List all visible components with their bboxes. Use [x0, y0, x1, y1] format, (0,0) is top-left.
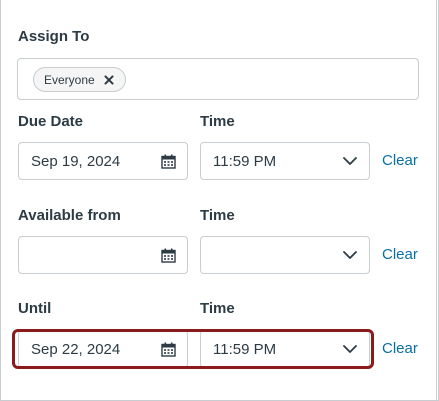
chevron-down-icon — [343, 251, 357, 259]
calendar-icon[interactable] — [161, 342, 176, 357]
available-from-label: Available from — [18, 207, 121, 224]
until-time-select[interactable]: 11:59 PM — [200, 330, 370, 368]
until-date-input[interactable]: Sep 22, 2024 — [18, 330, 188, 368]
calendar-icon[interactable] — [161, 154, 176, 169]
due-time-label: Time — [200, 113, 235, 130]
available-from-date-input[interactable] — [18, 236, 188, 274]
available-time-label: Time — [200, 207, 235, 224]
assignee-pill-everyone[interactable]: Everyone — [33, 67, 126, 92]
until-time-label: Time — [200, 300, 235, 317]
due-date-label: Due Date — [18, 113, 84, 130]
assignee-pill-label: Everyone — [44, 72, 95, 87]
chevron-down-icon — [343, 157, 357, 165]
until-label: Until — [18, 300, 52, 317]
available-from-time-select[interactable] — [200, 236, 370, 274]
due-date-input[interactable]: Sep 19, 2024 — [18, 142, 188, 180]
until-clear-link[interactable]: Clear — [382, 340, 418, 357]
due-clear-link[interactable]: Clear — [382, 152, 418, 169]
due-time-select[interactable]: 11:59 PM — [200, 142, 370, 180]
assign-to-input[interactable]: Everyone — [17, 58, 419, 100]
calendar-icon[interactable] — [161, 248, 176, 263]
close-icon[interactable] — [103, 74, 115, 86]
panel-edge — [436, 0, 437, 401]
assign-to-label: Assign To — [18, 28, 90, 45]
chevron-down-icon — [343, 345, 357, 353]
available-clear-link[interactable]: Clear — [382, 246, 418, 263]
